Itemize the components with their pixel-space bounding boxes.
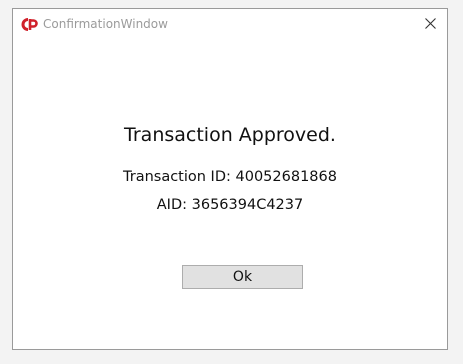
window-title: ConfirmationWindow	[43, 17, 168, 31]
status-heading: Transaction Approved.	[124, 124, 336, 146]
close-icon	[424, 14, 436, 33]
ok-button[interactable]: Ok	[182, 265, 303, 289]
transaction-id-text: Transaction ID: 40052681868	[123, 169, 337, 185]
close-button[interactable]	[413, 9, 447, 37]
confirmation-window: ConfirmationWindow Transaction Approved.…	[12, 8, 448, 350]
aid-text: AID: 3656394C4237	[156, 197, 304, 213]
cp-logo-icon	[21, 16, 38, 31]
title-bar[interactable]: ConfirmationWindow	[13, 9, 447, 39]
